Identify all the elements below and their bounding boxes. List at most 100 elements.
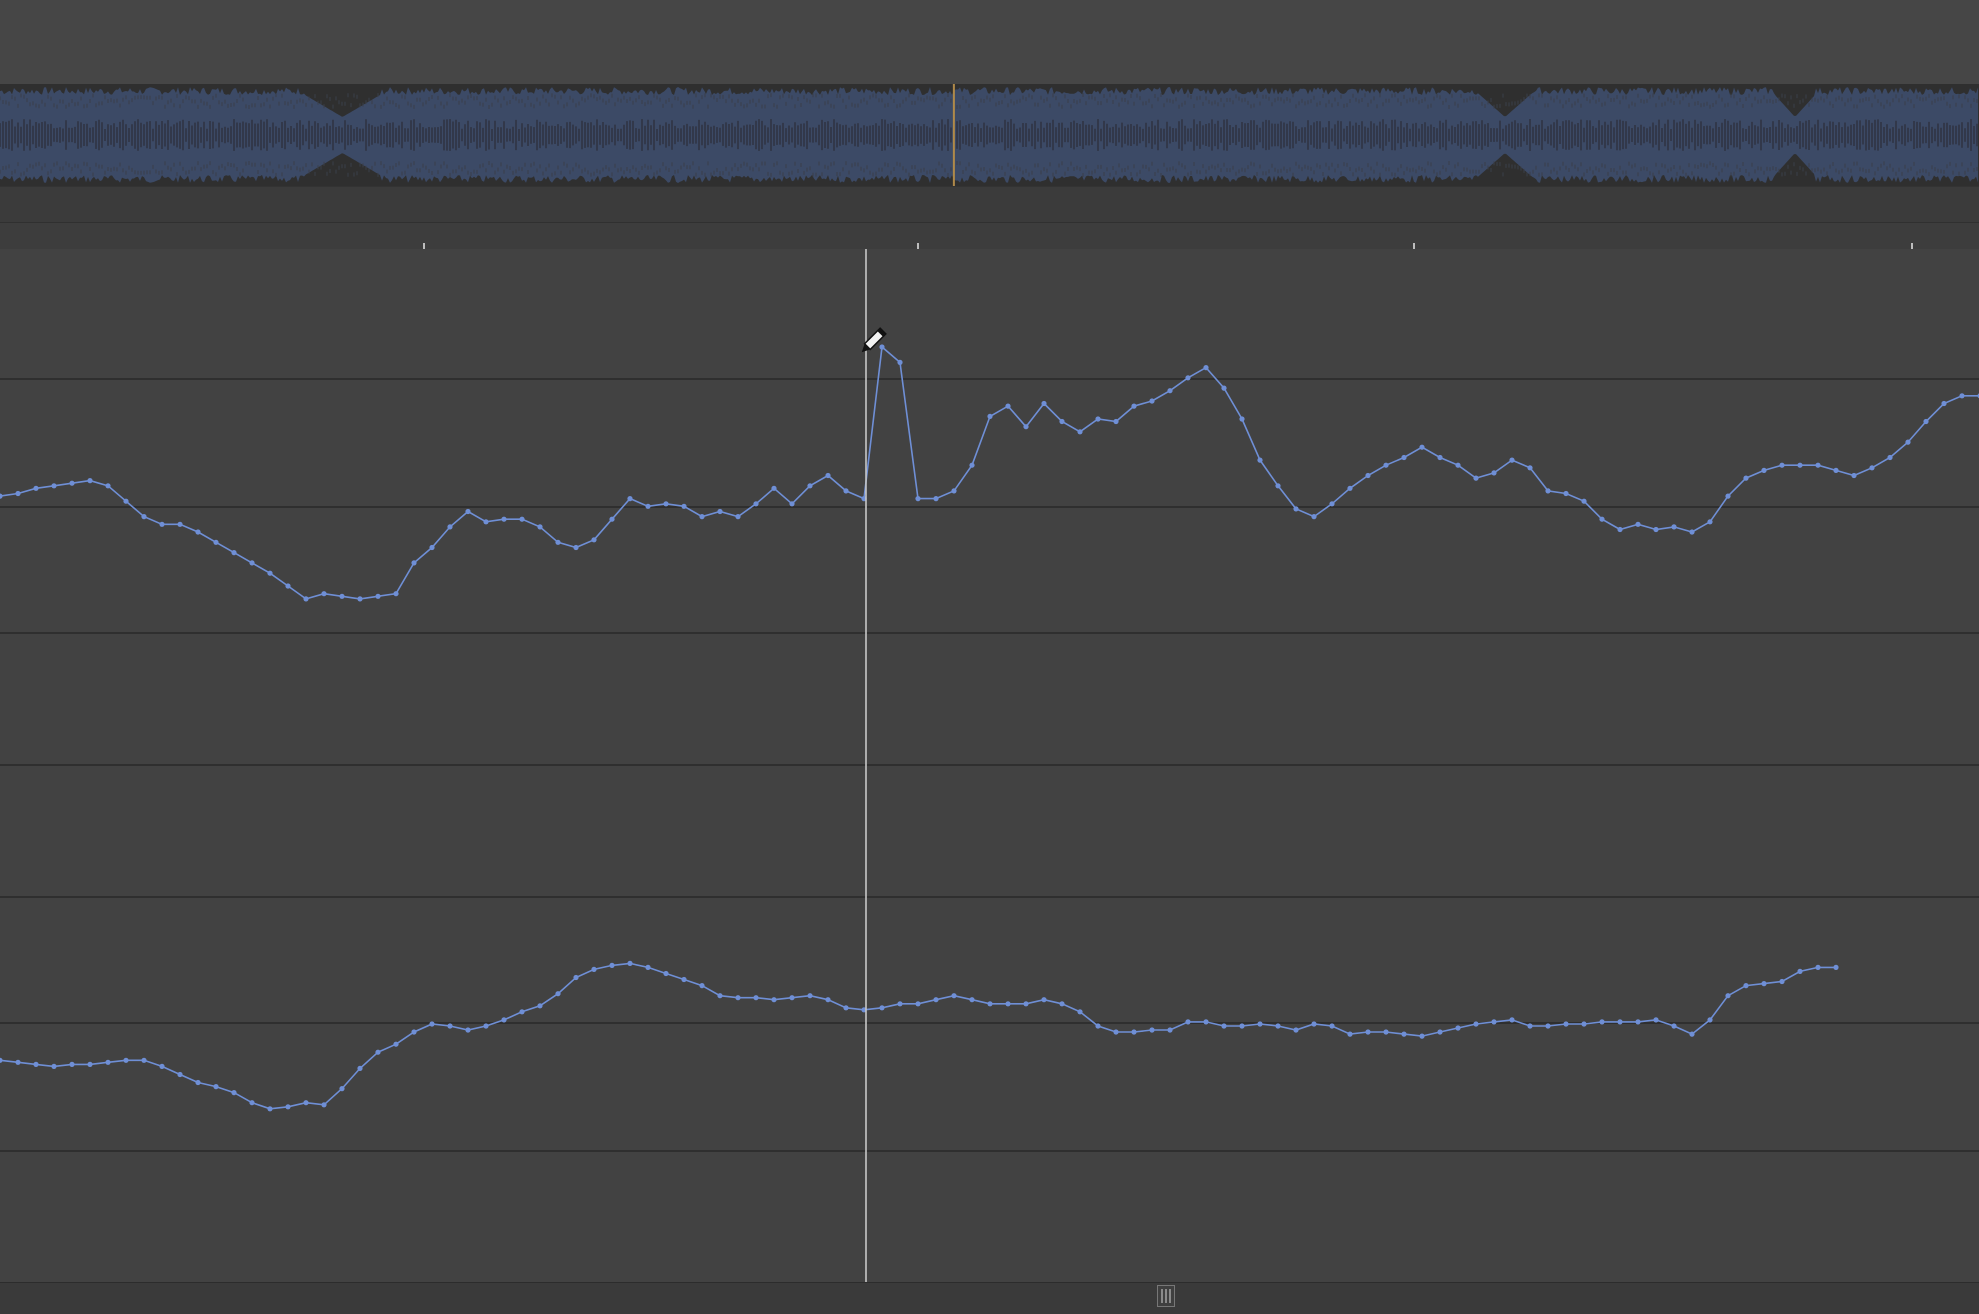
automation-point[interactable] [555,539,561,545]
automation-point[interactable] [1797,462,1803,468]
automation-point[interactable] [645,503,651,509]
automation-point[interactable] [1689,1031,1695,1037]
automation-point[interactable] [1671,1023,1677,1029]
automation-point[interactable] [1815,964,1821,971]
automation-point[interactable] [1329,1023,1335,1029]
automation-point[interactable] [1563,1021,1569,1027]
automation-editor[interactable] [0,249,1979,1282]
automation-point[interactable] [1779,462,1785,468]
automation-point[interactable] [1203,1019,1209,1025]
automation-point[interactable] [771,997,777,1003]
automation-point[interactable] [249,1100,255,1106]
automation-point[interactable] [1797,968,1803,975]
automation-point[interactable] [519,1009,525,1015]
automation-point[interactable] [1131,1029,1137,1035]
automation-canvas[interactable] [0,249,1979,1282]
automation-point[interactable] [753,501,759,507]
automation-point[interactable] [1257,1021,1263,1027]
automation-point[interactable] [1851,472,1857,479]
automation-point[interactable] [1473,1021,1479,1027]
automation-point[interactable] [1617,526,1623,533]
automation-point[interactable] [483,1023,489,1029]
automation-point[interactable] [303,1100,309,1106]
automation-curve[interactable] [0,345,1979,600]
automation-point[interactable] [1095,1023,1101,1029]
automation-curve[interactable] [0,962,1836,1110]
automation-point[interactable] [591,537,597,543]
automation-point[interactable] [1293,1027,1299,1033]
automation-point[interactable] [663,501,669,507]
horizontal-scrollbar[interactable] [0,1282,1979,1314]
automation-point[interactable] [33,1061,39,1067]
automation-point[interactable] [843,488,849,494]
automation-point[interactable] [951,488,957,494]
automation-point[interactable] [1419,444,1425,450]
automation-point[interactable] [1779,978,1785,985]
automation-point[interactable] [951,993,957,999]
automation-point[interactable] [1185,375,1191,381]
automation-point[interactable] [1401,1031,1407,1037]
automation-point[interactable] [591,966,597,973]
automation-point[interactable] [1941,400,1947,407]
automation-point[interactable] [1635,521,1641,527]
automation-lane-2[interactable] [0,960,1839,1112]
automation-point[interactable] [87,1061,93,1067]
automation-point[interactable] [1743,983,1749,989]
automation-point[interactable] [1959,393,1965,399]
automation-point[interactable] [1455,462,1461,468]
automation-point[interactable] [429,544,435,551]
automation-point[interactable] [1311,514,1317,520]
automation-point[interactable] [1815,462,1821,468]
automation-point[interactable] [735,514,741,520]
automation-point[interactable] [807,483,813,489]
automation-point[interactable] [969,462,975,468]
automation-point[interactable] [231,1090,237,1096]
automation-point[interactable] [681,976,687,983]
automation-point[interactable] [1221,385,1227,391]
automation-point[interactable] [771,485,777,491]
automation-point[interactable] [429,1021,435,1027]
automation-point[interactable] [1257,457,1263,463]
automation-point[interactable] [447,1023,453,1029]
automation-point[interactable] [1581,1021,1587,1027]
automation-point[interactable] [1599,516,1605,522]
waveform-overview[interactable] [0,84,1979,186]
automation-point[interactable] [267,570,273,576]
automation-point[interactable] [933,997,939,1003]
automation-point[interactable] [105,483,111,489]
automation-point[interactable] [51,483,57,489]
automation-point[interactable] [933,496,939,502]
automation-point[interactable] [1563,490,1569,497]
automation-point[interactable] [1905,439,1911,445]
automation-point[interactable] [501,1017,507,1023]
automation-point[interactable] [987,1001,993,1007]
automation-point[interactable] [735,995,741,1001]
automation-point[interactable] [1383,462,1389,468]
automation-point[interactable] [825,472,831,479]
automation-point[interactable] [1221,1023,1227,1029]
automation-point[interactable] [1113,418,1119,425]
automation-point[interactable] [1311,1021,1317,1027]
automation-point[interactable] [537,1003,543,1009]
automation-point[interactable] [1833,964,1839,971]
automation-point[interactable] [1545,1023,1551,1029]
automation-point[interactable] [357,1065,363,1071]
automation-point[interactable] [627,960,633,967]
automation-point[interactable] [15,490,21,497]
automation-point[interactable] [1005,1001,1011,1007]
automation-point[interactable] [555,991,561,997]
automation-point[interactable] [447,524,453,530]
automation-point[interactable] [1923,418,1929,425]
automation-point[interactable] [141,514,147,520]
automation-point[interactable] [1059,1001,1065,1007]
automation-point[interactable] [357,596,363,602]
automation-point[interactable] [393,1041,399,1047]
automation-point[interactable] [339,593,345,599]
automation-point[interactable] [681,503,687,509]
automation-point[interactable] [375,1049,381,1055]
scrollbar-thumb[interactable] [1157,1285,1175,1307]
automation-point[interactable] [753,995,759,1001]
automation-lane-1[interactable] [0,344,1979,602]
automation-point[interactable] [609,962,615,969]
automation-point[interactable] [33,485,39,491]
